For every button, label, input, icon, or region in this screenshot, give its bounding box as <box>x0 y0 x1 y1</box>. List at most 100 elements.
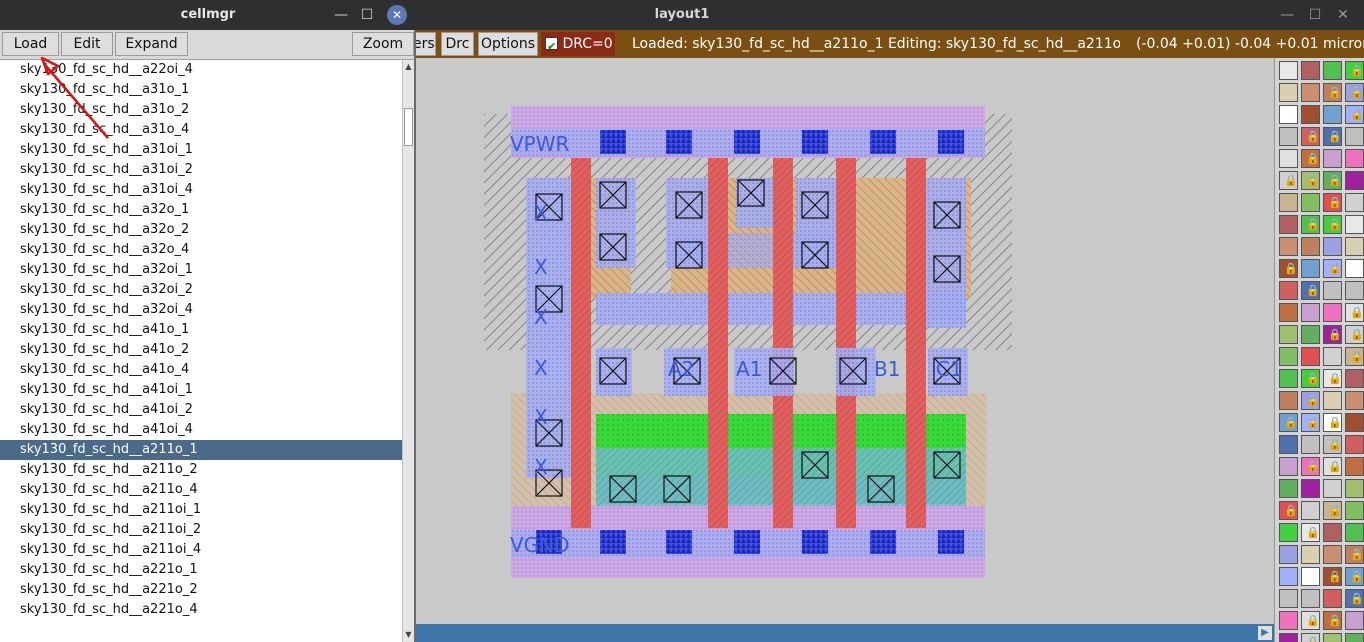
layer-swatch[interactable] <box>1301 589 1320 608</box>
layer-swatch[interactable]: 🔒 <box>1323 127 1342 146</box>
layer-swatch[interactable] <box>1345 413 1364 432</box>
close-icon[interactable]: ✕ <box>1334 6 1352 24</box>
cell-list-item[interactable]: sky130_fd_sc_hd__a41o_2 <box>0 340 402 360</box>
layer-swatch[interactable] <box>1301 501 1320 520</box>
zoom-button[interactable]: Zoom <box>352 32 414 56</box>
layer-swatch[interactable] <box>1345 633 1364 642</box>
scroll-right-icon[interactable]: ▶ <box>1258 626 1272 640</box>
drc-toggle[interactable]: DRC=0 <box>541 32 615 59</box>
layer-swatch[interactable]: 🔒 <box>1301 633 1320 642</box>
layer-swatch[interactable] <box>1279 347 1298 366</box>
layer-swatch[interactable]: 🔒 <box>1323 215 1342 234</box>
layer-swatch[interactable]: 🔒 <box>1301 413 1320 432</box>
layer-swatch[interactable] <box>1323 391 1342 410</box>
layer-swatch[interactable]: 🔒 <box>1279 413 1298 432</box>
layer-swatch[interactable]: 🔒 <box>1345 303 1364 322</box>
cell-list-item[interactable]: sky130_fd_sc_hd__a32oi_1 <box>0 260 402 280</box>
cell-list-item[interactable]: sky130_fd_sc_hd__a211oi_1 <box>0 500 402 520</box>
layer-swatch[interactable] <box>1323 523 1342 542</box>
cell-list-item[interactable]: sky130_fd_sc_hd__a211o_2 <box>0 460 402 480</box>
cell-list-item[interactable]: sky130_fd_sc_hd__a32oi_2 <box>0 280 402 300</box>
cell-list-item[interactable]: sky130_fd_sc_hd__a41o_1 <box>0 320 402 340</box>
options-menu-button[interactable]: Options <box>478 32 538 56</box>
layer-swatch[interactable] <box>1279 369 1298 388</box>
layer-swatch[interactable]: 🔒 <box>1345 545 1364 564</box>
layer-swatch[interactable] <box>1345 215 1364 234</box>
layer-swatch[interactable] <box>1279 193 1298 212</box>
layer-swatch[interactable] <box>1345 501 1364 520</box>
layer-swatch[interactable] <box>1279 325 1298 344</box>
layer-swatch[interactable]: 🔒 <box>1345 83 1364 102</box>
layer-swatch[interactable]: 🔒 <box>1301 149 1320 168</box>
layer-swatch[interactable]: 🔒 <box>1323 567 1342 586</box>
layer-swatch[interactable]: 🔒 <box>1345 347 1364 366</box>
layer-palette[interactable]: 🔒 🔒 🔒 🔒 🔒 🔒 🔒 🔒 🔒 🔒 🔒 🔒 🔒 🔒 🔒 🔒 🔒 🔒 🔒 🔒 🔒 🔒 🔒 🔒 🔒 🔒 🔒 🔒 🔒 🔒 🔒 🔒 🔒 🔒 🔒 🔒 🔒 🔒 🔒 <box>1274 58 1364 642</box>
layer-swatch[interactable] <box>1301 479 1320 498</box>
layer-swatch[interactable] <box>1279 83 1298 102</box>
layer-swatch[interactable] <box>1323 589 1342 608</box>
layer-swatch[interactable]: 🔒 <box>1301 457 1320 476</box>
layer-swatch[interactable]: 🔒 <box>1345 589 1364 608</box>
scroll-down-icon[interactable]: ▼ <box>403 629 414 640</box>
cell-list-item[interactable]: sky130_fd_sc_hd__a221o_1 <box>0 560 402 580</box>
layer-swatch[interactable]: 🔒 <box>1279 501 1298 520</box>
cell-list-item[interactable]: sky130_fd_sc_hd__a31oi_4 <box>0 180 402 200</box>
layer-swatch[interactable] <box>1279 545 1298 564</box>
layer-swatch[interactable] <box>1301 237 1320 256</box>
layer-swatch[interactable] <box>1301 567 1320 586</box>
layer-swatch[interactable] <box>1279 61 1298 80</box>
cell-list-item[interactable]: sky130_fd_sc_hd__a31oi_2 <box>0 160 402 180</box>
layer-swatch[interactable] <box>1345 127 1364 146</box>
cell-list-item[interactable]: sky130_fd_sc_hd__a211oi_4 <box>0 540 402 560</box>
cell-list-item[interactable]: sky130_fd_sc_hd__a211oi_2 <box>0 520 402 540</box>
cellmgr-maximize-icon[interactable]: ☐ <box>358 6 376 24</box>
layout-canvas[interactable]: VPWR VGND X X X X X X A2 A1 B1 C1 <box>416 58 1274 624</box>
layer-swatch[interactable] <box>1279 523 1298 542</box>
layer-swatch[interactable]: 🔒 <box>1301 391 1320 410</box>
layer-swatch[interactable]: 🔒 <box>1345 61 1364 80</box>
layer-swatch[interactable] <box>1279 589 1298 608</box>
layer-swatch[interactable]: 🔒 <box>1323 325 1342 344</box>
layer-swatch[interactable] <box>1323 347 1342 366</box>
layer-swatch[interactable]: 🔒 <box>1323 171 1342 190</box>
layer-swatch[interactable] <box>1323 149 1342 168</box>
layer-swatch[interactable] <box>1323 479 1342 498</box>
layer-swatch[interactable]: 🔒 <box>1323 611 1342 630</box>
cell-list-scroll-thumb[interactable] <box>404 108 413 146</box>
cell-list-item[interactable]: sky130_fd_sc_hd__a32o_1 <box>0 200 402 220</box>
layer-swatch[interactable] <box>1301 303 1320 322</box>
layer-swatch[interactable] <box>1301 259 1320 278</box>
cellmgr-minimize-icon[interactable]: — <box>332 6 350 24</box>
layer-swatch[interactable]: 🔒 <box>1345 105 1364 124</box>
layer-swatch[interactable] <box>1345 611 1364 630</box>
layer-swatch[interactable] <box>1279 215 1298 234</box>
layer-swatch[interactable]: 🔒 <box>1301 127 1320 146</box>
cell-list-item[interactable]: sky130_fd_sc_hd__a41oi_1 <box>0 380 402 400</box>
layer-swatch[interactable] <box>1323 61 1342 80</box>
layer-swatch[interactable] <box>1345 237 1364 256</box>
cell-list-item[interactable]: sky130_fd_sc_hd__a41o_4 <box>0 360 402 380</box>
horizontal-scrollbar[interactable]: ▶ <box>416 624 1274 642</box>
layer-swatch[interactable] <box>1345 391 1364 410</box>
layer-swatch[interactable] <box>1279 457 1298 476</box>
layer-swatch[interactable]: 🔒 <box>1301 215 1320 234</box>
layer-swatch[interactable]: 🔒 <box>1323 501 1342 520</box>
layer-swatch[interactable]: 🔒 <box>1323 413 1342 432</box>
cell-list-item[interactable]: sky130_fd_sc_hd__a32o_2 <box>0 220 402 240</box>
layer-swatch[interactable] <box>1323 281 1342 300</box>
layer-swatch[interactable] <box>1279 237 1298 256</box>
layer-swatch[interactable]: 🔒 <box>1323 435 1342 454</box>
layer-swatch[interactable]: 🔒 <box>1301 281 1320 300</box>
cell-list-item[interactable]: sky130_fd_sc_hd__a32oi_4 <box>0 300 402 320</box>
cell-list-item[interactable]: sky130_fd_sc_hd__a41oi_4 <box>0 420 402 440</box>
layer-swatch[interactable] <box>1345 523 1364 542</box>
drc-menu-button[interactable]: Drc <box>441 32 474 56</box>
layer-swatch[interactable] <box>1345 457 1364 476</box>
layer-swatch[interactable]: 🔒 <box>1323 259 1342 278</box>
layer-swatch[interactable] <box>1345 281 1364 300</box>
layer-swatch[interactable] <box>1279 435 1298 454</box>
layer-swatch[interactable] <box>1345 259 1364 278</box>
layer-swatch[interactable] <box>1323 633 1342 642</box>
layer-swatch[interactable]: 🔒 <box>1301 369 1320 388</box>
layer-swatch[interactable] <box>1301 193 1320 212</box>
